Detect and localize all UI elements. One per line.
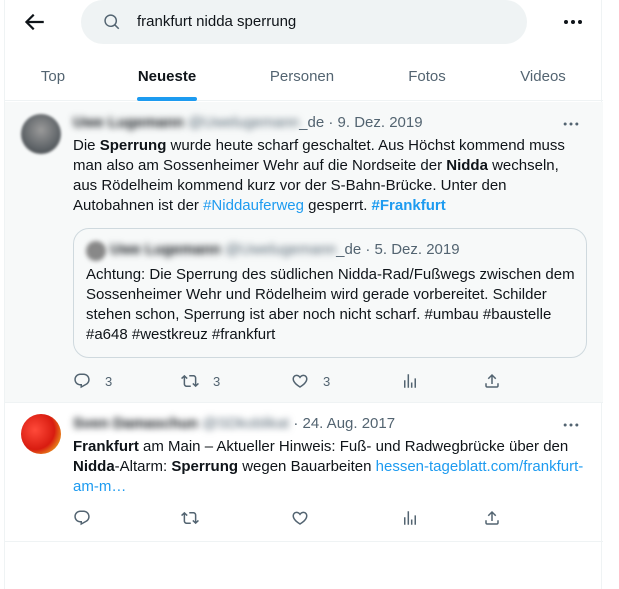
like-button[interactable]: 3 — [291, 372, 330, 390]
tab-label: Fotos — [408, 68, 446, 85]
active-tab-indicator — [137, 97, 197, 101]
tab-neueste[interactable]: Neueste — [101, 52, 233, 101]
quote-header: Uwe Lugemann @Uwelugemann_de · 5. Dez. 2… — [86, 241, 460, 258]
like-icon — [292, 511, 308, 525]
quote-text: Achtung: Die Sperrung des südlichen Nidd… — [86, 266, 575, 343]
tab-videos[interactable]: Videos — [483, 52, 603, 101]
quoted-tweet[interactable]: Uwe Lugemann @Uwelugemann_de · 5. Dez. 2… — [73, 228, 587, 358]
hashtag-link[interactable]: #Niddauferweg — [203, 197, 304, 214]
search-header: frankfurt nidda sperrung — [5, 0, 603, 44]
retweet-button[interactable] — [181, 509, 199, 527]
reply-icon — [74, 510, 90, 526]
tab-fotos[interactable]: Fotos — [371, 52, 483, 101]
search-icon — [104, 14, 120, 30]
tweet-header: Uwe Lugemann @Uwelugemann_de · 9. Dez. 2… — [73, 114, 423, 131]
tab-top[interactable]: Top — [5, 52, 101, 101]
views-icon — [404, 511, 416, 525]
reply-count: 3 — [105, 373, 113, 389]
author-name[interactable]: Uwe Lugemann — [73, 114, 184, 131]
retweet-count: 3 — [213, 373, 221, 389]
tab-personen[interactable]: Personen — [233, 52, 371, 101]
quote-date: · 5. Dez. 2019 — [365, 241, 460, 258]
tweet-text: Frankfurt am Main – Aktueller Hinweis: F… — [73, 438, 584, 495]
tweet[interactable]: Uwe Lugemann @Uwelugemann_de · 9. Dez. 2… — [5, 102, 603, 403]
hashtag-link[interactable]: #Frankfurt — [372, 197, 446, 214]
tweet-actions: 3 3 3 — [73, 372, 587, 392]
tab-label: Neueste — [137, 68, 197, 85]
author-handle[interactable]: @Uwelugemann — [188, 114, 299, 131]
more-icon[interactable] — [561, 415, 581, 435]
retweet-button[interactable]: 3 — [181, 372, 220, 390]
share-icon — [485, 373, 499, 388]
timeline-column: frankfurt nidda sperrung Top Neueste Per… — [4, 0, 603, 589]
share-icon — [485, 510, 499, 525]
retweet-icon — [181, 374, 199, 388]
like-button[interactable] — [291, 509, 309, 527]
reply-icon — [74, 373, 90, 389]
tab-label: Videos — [520, 68, 566, 85]
search-box[interactable]: frankfurt nidda sperrung — [81, 0, 527, 44]
quote-handle-suffix: _de — [336, 241, 362, 258]
share-button[interactable] — [483, 372, 501, 390]
back-arrow-icon[interactable] — [21, 9, 47, 35]
tweet[interactable]: Sven Damaschun @SDkoblikat · 24. Aug. 20… — [5, 403, 603, 542]
avatar[interactable] — [21, 114, 61, 154]
tweet-date[interactable]: · 24. Aug. 2017 — [293, 415, 395, 432]
tweet-text: Die Sperrung wurde heute scharf geschalt… — [73, 137, 565, 214]
tab-label: Personen — [269, 68, 335, 85]
tweet-actions — [73, 509, 587, 529]
author-name[interactable]: Sven Damaschun — [73, 415, 198, 432]
retweet-icon — [181, 511, 199, 525]
reply-button[interactable]: 3 — [73, 372, 112, 390]
tweet-date[interactable]: · 9. Dez. 2019 — [328, 114, 422, 131]
views-icon — [404, 374, 416, 388]
views-button[interactable] — [401, 509, 419, 527]
more-icon[interactable] — [561, 114, 581, 134]
handle-suffix: _de — [299, 114, 325, 131]
quote-author-name: Uwe Lugemann — [110, 241, 221, 258]
reply-button[interactable] — [73, 509, 91, 527]
avatar[interactable] — [21, 414, 61, 454]
author-handle[interactable]: @SDkoblikat — [202, 415, 289, 432]
more-icon[interactable] — [561, 10, 585, 34]
share-button[interactable] — [483, 509, 501, 527]
search-input[interactable]: frankfurt nidda sperrung — [137, 13, 296, 30]
tab-label: Top — [40, 68, 66, 85]
like-icon — [292, 374, 308, 388]
quote-author-handle: @Uwelugemann — [225, 241, 337, 258]
views-button[interactable] — [401, 372, 419, 390]
tweet-header: Sven Damaschun @SDkoblikat · 24. Aug. 20… — [73, 415, 395, 432]
search-tabs: Top Neueste Personen Fotos Videos — [5, 52, 603, 101]
like-count: 3 — [323, 373, 331, 389]
